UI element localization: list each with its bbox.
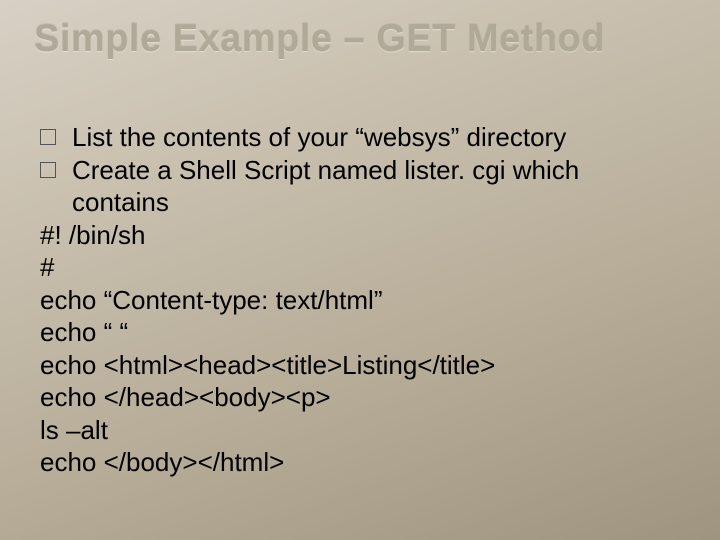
slide-content: List the contents of your “websys” direc… (0, 61, 720, 479)
code-line: echo “Content-type: text/html” (40, 284, 680, 317)
bullet-item: Create a Shell Script named lister. cgi … (40, 154, 680, 219)
code-line: # (40, 251, 680, 284)
code-line: #! /bin/sh (40, 219, 680, 252)
bullet-text: List the contents of your “websys” direc… (72, 121, 680, 154)
code-line: echo </body></html> (40, 446, 680, 479)
code-line: echo </head><body><p> (40, 381, 680, 414)
checkbox-icon (40, 162, 56, 178)
checkbox-icon (40, 129, 56, 145)
code-line: echo <html><head><title>Listing</title> (40, 349, 680, 382)
bullet-text: Create a Shell Script named lister. cgi … (72, 154, 680, 219)
bullet-item: List the contents of your “websys” direc… (40, 121, 680, 154)
code-line: ls –alt (40, 414, 680, 447)
code-line: echo “ “ (40, 316, 680, 349)
slide-title: Simple Example – GET Method (0, 0, 720, 61)
